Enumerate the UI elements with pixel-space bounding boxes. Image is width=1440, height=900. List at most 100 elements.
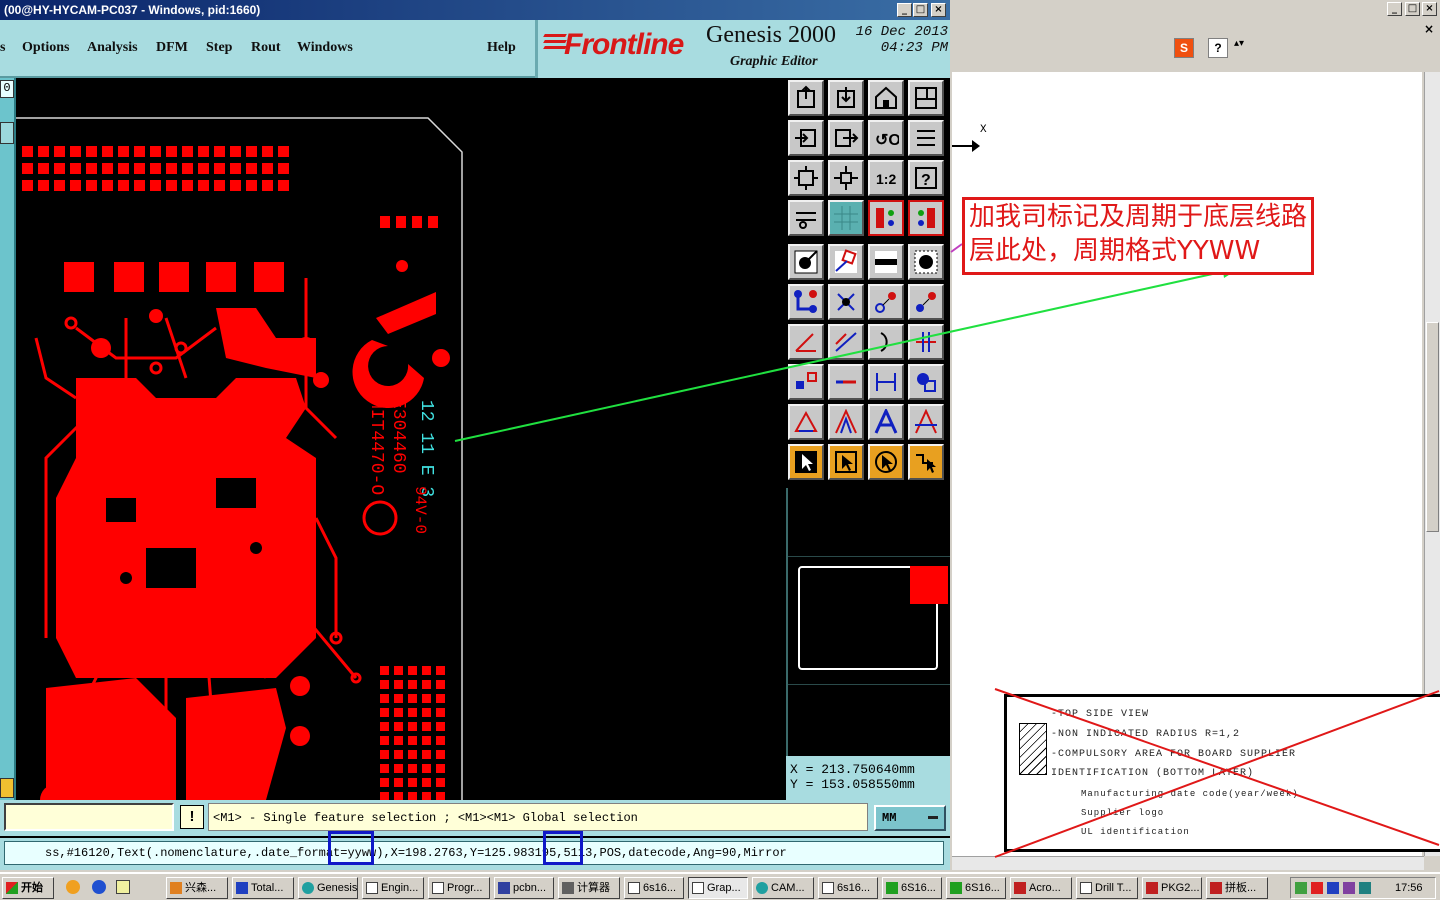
tool-select-poly-icon[interactable] [908,444,944,480]
taskbar-item[interactable]: Genesis [298,877,358,899]
tray-app-icon[interactable] [1311,882,1323,894]
warning-button[interactable]: ! [180,805,204,829]
quicklaunch-ie-icon[interactable] [92,880,106,894]
command-input[interactable] [4,803,174,831]
tool-text-icon[interactable] [868,404,904,440]
tool-snap-icon[interactable] [908,120,944,156]
tool-delete-icon[interactable] [828,284,864,320]
app-icon [1146,882,1158,894]
tool-open-icon[interactable] [788,80,824,116]
menu-item-truncated[interactable]: s [0,40,5,56]
overview-view-box[interactable] [910,566,948,604]
scroll-thumb[interactable] [0,122,14,144]
tool-ruler-icon[interactable] [868,244,904,280]
coordinate-readout: X = 213.750640mm Y = 153.058550mm [786,756,950,800]
tool-circle-icon[interactable] [908,244,944,280]
tool-split-icon[interactable] [908,324,944,360]
app-icon [562,882,574,894]
tool-arc-icon[interactable] [868,324,904,360]
maximize-button[interactable]: □ [913,3,928,17]
taskbar-item[interactable]: 兴森... [166,877,228,899]
tool-scale-icon[interactable]: 1:2 [868,160,904,196]
taskbar-item[interactable]: CAM... [752,877,814,899]
menu-dfm[interactable]: DFM [156,40,188,56]
tool-settings-icon[interactable] [788,200,824,236]
tool-home-icon[interactable] [868,80,904,116]
left-scroll-strip[interactable]: 0 [0,78,16,800]
tool-layers-icon[interactable] [868,200,904,236]
tray-app-icon[interactable] [1359,882,1371,894]
tray-app-icon[interactable] [1343,882,1355,894]
doc-toolbar: S ? ▴▾ [950,34,1440,70]
tool-import-icon[interactable] [788,120,824,156]
menu-windows[interactable]: Windows [297,40,353,56]
tool-help-icon[interactable]: ? [908,160,944,196]
start-button[interactable]: 开始 [2,877,54,899]
tool-text-edit-icon[interactable] [908,404,944,440]
taskbar-item[interactable]: PKG2... [1142,877,1202,899]
tool-measure-icon[interactable] [868,364,904,400]
taskbar-item-active[interactable]: Grap... [688,877,748,899]
doc-minimize-button[interactable]: _ [1387,2,1402,16]
tool-peak-icon[interactable] [828,404,864,440]
input-method-icon[interactable]: S [1174,38,1194,58]
tool-line-icon[interactable] [828,324,864,360]
taskbar-item[interactable]: 6S16... [946,877,1006,899]
doc-help-icon[interactable]: ? [1208,38,1228,58]
tool-layers-alt-icon[interactable] [908,200,944,236]
taskbar-item[interactable]: 6s16... [624,877,684,899]
tool-grid-icon[interactable] [828,200,864,236]
menu-analysis[interactable]: Analysis [87,40,138,56]
tool-group-icon[interactable] [908,364,944,400]
doc-restore-button[interactable]: □ [1405,2,1420,16]
taskbar-item[interactable]: Total... [232,877,294,899]
menu-step[interactable]: Step [206,40,232,56]
toolbar-options-icon[interactable]: ▴▾ [1234,38,1244,58]
tool-triangle-icon[interactable] [788,404,824,440]
taskbar-item[interactable]: 6S16... [882,877,942,899]
tool-pan-icon[interactable] [828,160,864,196]
graphic-canvas[interactable]: MIT4470-O E304460 12 11 E 3 94V-0 [16,78,786,800]
taskbar-item[interactable]: 计算器 [558,877,620,899]
doc-close-button[interactable]: × [1422,2,1437,16]
tool-shape-icon[interactable] [828,244,864,280]
close-button[interactable]: × [931,3,946,17]
tool-window-icon[interactable] [908,80,944,116]
tray-app-icon[interactable] [1327,882,1339,894]
taskbar-item[interactable]: pcbn... [494,877,554,899]
tool-save-icon[interactable] [828,80,864,116]
taskbar-item[interactable]: 6s16... [818,877,878,899]
menu-help[interactable]: Help [487,40,516,56]
taskbar-item[interactable]: Drill T... [1076,877,1138,899]
tool-select-box-icon[interactable] [828,444,864,480]
taskbar-item[interactable]: 拼板... [1206,877,1268,899]
taskbar-item[interactable]: Acro... [1010,877,1072,899]
tool-pad-icon[interactable] [788,244,824,280]
menu-options[interactable]: Options [22,40,69,56]
quicklaunch-desktop-icon[interactable] [116,880,130,894]
tray-app-icon[interactable] [1295,882,1307,894]
tool-select-circle-icon[interactable] [868,444,904,480]
tool-copy-icon[interactable] [908,284,944,320]
tool-align-icon[interactable] [788,364,824,400]
tool-export-icon[interactable] [828,120,864,156]
taskbar-item[interactable]: Progr... [428,877,490,899]
tool-move-icon[interactable] [868,284,904,320]
overview-panel[interactable] [786,488,950,756]
menu-rout[interactable]: Rout [251,40,281,56]
tool-select-icon[interactable] [788,444,824,480]
x-value: 213.750640mm [821,762,915,777]
units-selector[interactable]: MM [874,805,946,831]
taskbar-item[interactable]: Engin... [362,877,424,899]
tool-angle-icon[interactable] [788,324,824,360]
tool-undo-icon[interactable]: ↺O [868,120,904,156]
doc-scroll-thumb[interactable] [1426,322,1439,532]
layer-color-swatch[interactable] [0,778,14,798]
tool-hline-icon[interactable] [828,364,864,400]
minimize-button[interactable]: _ [897,3,912,17]
app-icon [1014,882,1026,894]
app-icon [498,882,510,894]
tool-zoom-fit-icon[interactable] [788,160,824,196]
tool-connect-icon[interactable] [788,284,824,320]
quicklaunch-clock-icon[interactable] [66,880,80,894]
